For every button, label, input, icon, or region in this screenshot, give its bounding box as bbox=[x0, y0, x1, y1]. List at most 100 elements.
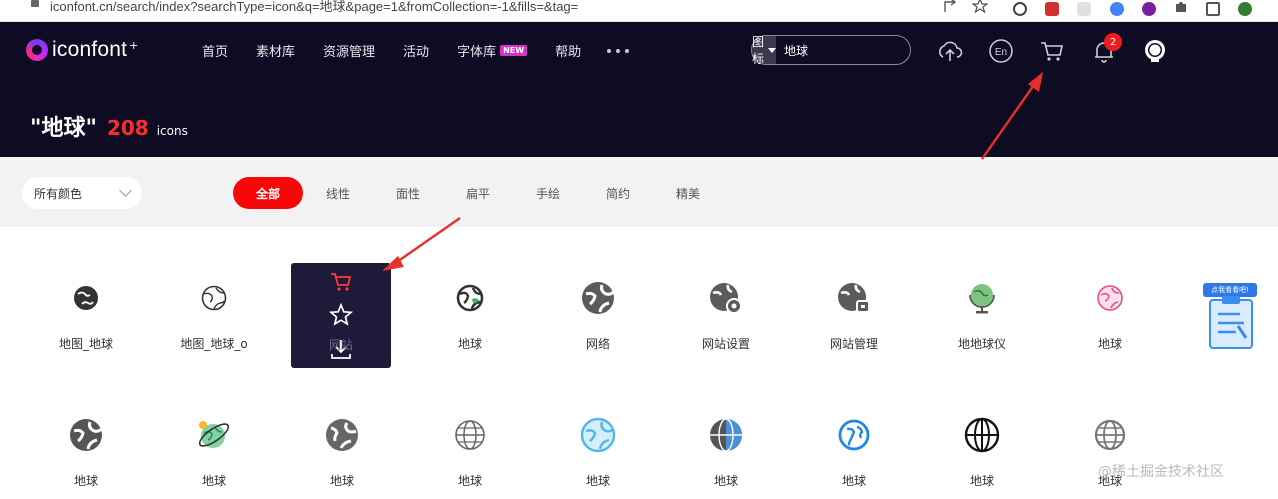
results-query: "地球" bbox=[30, 116, 97, 141]
language-en-icon[interactable]: En bbox=[987, 37, 1015, 65]
sidebar-toggle-icon[interactable] bbox=[1206, 2, 1220, 16]
share-icon[interactable] bbox=[942, 0, 958, 14]
icon-card[interactable]: 地地球仪 bbox=[918, 262, 1046, 372]
results-count: 208 bbox=[106, 116, 149, 140]
main-nav: 首页 素材库 资源管理 活动 字体库 NEW 帮助 bbox=[202, 41, 630, 60]
icon-card[interactable]: 地图_地球_o bbox=[150, 262, 278, 372]
svg-text:En: En bbox=[995, 47, 1007, 58]
icon-label: 地球 bbox=[1097, 337, 1122, 351]
extension-icon[interactable] bbox=[1110, 2, 1124, 16]
color-filter-select[interactable]: 所有颜色 bbox=[22, 177, 142, 209]
icon-label: 网络 bbox=[585, 337, 610, 351]
globe-gear-icon bbox=[710, 283, 742, 314]
tab-simple[interactable]: 简约 bbox=[583, 177, 653, 209]
globe-grid-bold-icon bbox=[964, 417, 1000, 453]
star-bookmark-icon[interactable] bbox=[972, 0, 988, 14]
profile-avatar[interactable] bbox=[1238, 2, 1252, 16]
icon-label: 网站设置 bbox=[701, 337, 750, 351]
icon-card[interactable]: 地球 bbox=[1046, 399, 1174, 499]
icon-label: 地球 bbox=[73, 474, 98, 488]
extension-icon[interactable] bbox=[1142, 2, 1156, 16]
icon-label: 地球 bbox=[329, 474, 354, 488]
icon-card[interactable]: 网络 bbox=[534, 262, 662, 372]
tab-filled[interactable]: 面性 bbox=[373, 177, 443, 209]
tab-flat[interactable]: 扁平 bbox=[443, 177, 513, 209]
planet-ring-icon bbox=[198, 421, 230, 448]
icon-label: 地图_地球_o bbox=[180, 337, 248, 351]
icon-label: 地球 bbox=[585, 474, 610, 488]
nav-item-library[interactable]: 素材库 bbox=[256, 41, 295, 60]
icon-label: 地球 bbox=[713, 474, 738, 488]
browser-address-bar: iconfont.cn/search/index?searchType=icon… bbox=[0, 0, 1278, 22]
globe-pink-icon bbox=[1097, 285, 1123, 311]
browser-url[interactable]: iconfont.cn/search/index?searchType=icon… bbox=[50, 0, 578, 15]
icon-card[interactable]: 地球 bbox=[534, 399, 662, 499]
globe-solid-icon bbox=[70, 419, 103, 451]
notification-badge: 2 bbox=[1104, 33, 1122, 51]
icon-label: 地球 bbox=[841, 474, 866, 488]
extension-icon[interactable] bbox=[1045, 2, 1059, 16]
caret-down-icon bbox=[768, 47, 777, 53]
globe-grid-icon bbox=[1094, 419, 1126, 451]
icon-card[interactable]: 网站管理 bbox=[790, 262, 918, 372]
nav-item-fonts[interactable]: 字体库 NEW bbox=[457, 41, 528, 60]
nav-item-help[interactable]: 帮助 bbox=[555, 41, 581, 60]
icon-card[interactable]: 地图_地球 bbox=[22, 262, 150, 372]
floating-helper-widget[interactable]: 点我看看吧! bbox=[1200, 283, 1260, 351]
icon-card[interactable]: 地球 bbox=[790, 399, 918, 499]
globe-sky-icon bbox=[580, 417, 616, 453]
more-menu-icon[interactable] bbox=[607, 48, 630, 53]
iconfont-logo-icon bbox=[26, 39, 48, 61]
extension-icon[interactable] bbox=[1013, 2, 1027, 16]
logo-text: iconfont bbox=[52, 38, 128, 61]
icon-card[interactable]: 网站设置 bbox=[662, 262, 790, 372]
page-root: iconfont.cn/search/index?searchType=icon… bbox=[0, 0, 1278, 499]
icon-label: 地球 bbox=[201, 474, 226, 488]
extension-icon[interactable] bbox=[1077, 2, 1091, 16]
nav-item-home[interactable]: 首页 bbox=[202, 41, 228, 60]
site-logo[interactable]: iconfont + bbox=[26, 37, 138, 63]
globe-blue-half-icon bbox=[710, 418, 742, 452]
icon-label: 网站 bbox=[328, 338, 353, 352]
results-title: "地球" 208 icons bbox=[30, 110, 188, 142]
upload-cloud-icon[interactable] bbox=[936, 37, 964, 65]
icon-card[interactable]: 地球 bbox=[662, 399, 790, 499]
tab-all[interactable]: 全部 bbox=[233, 177, 303, 209]
search-type-label: 图标 bbox=[752, 35, 765, 66]
search-box: 图标 bbox=[751, 35, 935, 66]
icon-card[interactable]: 地球 bbox=[150, 399, 278, 499]
icon-label: 地球 bbox=[457, 474, 482, 488]
icon-label: 地球 bbox=[457, 337, 482, 351]
icon-card[interactable]: 地球 bbox=[918, 399, 1046, 499]
collect-star-icon[interactable] bbox=[329, 303, 353, 327]
icon-card[interactable]: 地球 bbox=[406, 399, 534, 499]
nav-item-resources[interactable]: 资源管理 bbox=[323, 41, 375, 60]
icon-card-hovered[interactable]: 网站 bbox=[291, 263, 391, 368]
color-filter-label: 所有颜色 bbox=[34, 186, 83, 201]
logo-plus: + bbox=[129, 38, 139, 52]
nav-item-activity[interactable]: 活动 bbox=[403, 41, 429, 60]
results-unit: icons bbox=[156, 124, 188, 138]
globe-blue-icon bbox=[838, 419, 870, 451]
puzzle-icon[interactable] bbox=[1174, 0, 1188, 14]
globe-solid-icon bbox=[582, 282, 615, 314]
icon-card[interactable]: 地球 bbox=[1046, 262, 1174, 372]
tab-linear[interactable]: 线性 bbox=[303, 177, 373, 209]
tab-exquisite[interactable]: 精美 bbox=[653, 177, 723, 209]
search-input[interactable] bbox=[784, 43, 935, 57]
icon-card[interactable]: 地球 bbox=[278, 399, 406, 499]
icon-card[interactable]: 地球 bbox=[22, 399, 150, 499]
globe-outline-bold-icon bbox=[456, 284, 484, 312]
watermark: @稀土掘金技术社区 bbox=[1098, 464, 1224, 480]
cart-icon[interactable] bbox=[1038, 37, 1066, 65]
filter-bar: 所有颜色 全部 线性 面性 扁平 手绘 简约 精美 bbox=[0, 157, 1278, 227]
search-type-select[interactable]: 图标 bbox=[752, 35, 777, 66]
globe-solid-icon bbox=[74, 286, 98, 310]
icon-label: 地图_地球 bbox=[58, 337, 113, 351]
lock-icon bbox=[31, 0, 39, 7]
icon-card[interactable]: 地球 bbox=[406, 262, 534, 372]
tab-handdrawn[interactable]: 手绘 bbox=[513, 177, 583, 209]
add-to-cart-icon[interactable] bbox=[329, 271, 353, 293]
icon-label: 网站管理 bbox=[829, 337, 878, 351]
user-avatar-icon[interactable] bbox=[1141, 37, 1169, 65]
